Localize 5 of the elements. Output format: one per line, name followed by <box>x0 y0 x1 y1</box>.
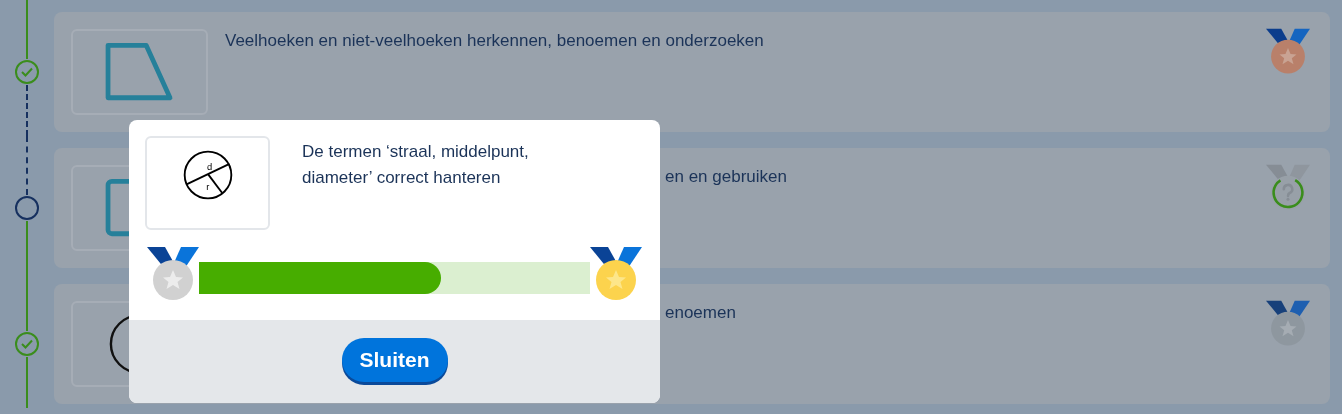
lesson-title: en en gebruiken <box>665 166 788 188</box>
lesson-card[interactable]: Veelhoeken en niet-veelhoeken herkennen, benoemen en onderzoeken <box>54 12 1330 132</box>
lesson-title: Veelhoeken en niet-veelhoeken herkennen, benoemen en onderzoeken <box>225 30 765 52</box>
close-button[interactable]: Sluiten <box>341 337 448 382</box>
lesson-title: enoemen <box>665 302 737 324</box>
